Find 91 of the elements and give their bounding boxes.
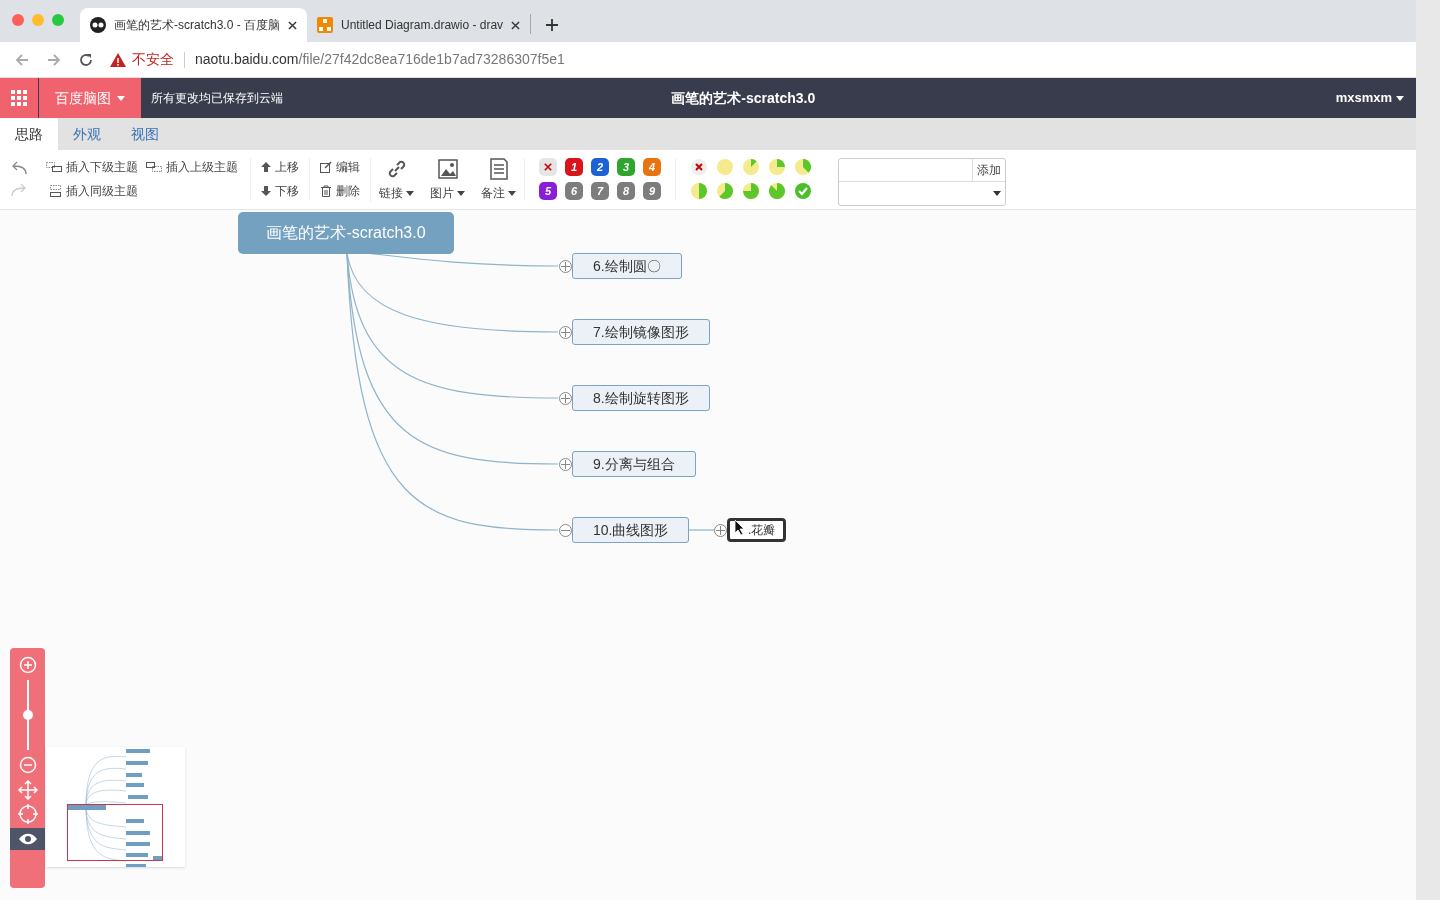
caret-icon [406,190,414,196]
edit-button[interactable]: 编辑 [320,158,360,176]
redo-icon[interactable] [10,182,28,198]
image-icon [436,158,459,180]
ribbon-tab[interactable]: 思路 [0,118,58,150]
priority-icon[interactable]: 7 [591,182,609,200]
undo-icon[interactable] [10,160,28,176]
priority-icon[interactable]: 6 [565,182,583,200]
browser-tab[interactable]: 画笔的艺术-scratch3.0 - 百度脑 [80,8,308,42]
progress-icon[interactable] [690,182,708,200]
insert-parent-icon [146,162,162,172]
progress-icon[interactable] [742,182,760,200]
add-button[interactable]: 添加 [972,159,1005,181]
caret-icon [457,190,465,196]
zoom-thumb[interactable] [22,710,33,720]
expand-icon[interactable] [714,524,727,537]
close-tab-icon[interactable] [288,20,298,30]
caret-icon [117,95,125,101]
progress-icon[interactable] [794,182,812,200]
priority-icon[interactable]: 8 [617,182,635,200]
insert-child-button[interactable]: 插入下级主题 [46,158,138,176]
image-button[interactable]: 图片 [422,158,473,202]
reload-icon[interactable] [78,51,94,68]
diagram-icon [317,17,334,33]
delete-button[interactable]: 删除 [320,182,360,200]
priority-icon[interactable]: 9 [643,182,661,200]
priority-icon[interactable]: 2 [591,158,609,176]
remove-progress-icon[interactable] [690,158,708,176]
url-text[interactable]: naotu.baidu.com/file/27f42dc8ea716de1b7ad73286307f5e1 [195,49,565,70]
ribbon-tab[interactable]: 视图 [116,118,174,150]
zoom-out-icon[interactable] [18,756,37,774]
progress-icon[interactable] [716,182,734,200]
trash-icon [320,185,332,197]
user-menu[interactable]: mxsmxm [1335,88,1416,108]
subtopic-node[interactable]: .花瓣 [727,518,787,542]
up-arrow-icon [261,162,271,172]
link-button[interactable]: 链接 [370,158,422,202]
maximize-window-icon[interactable] [52,14,64,26]
note-button[interactable]: 备注 [473,158,524,202]
remove-priority-button[interactable] [539,158,557,176]
save-status: 所有更改均已保存到云端 [151,90,284,107]
note-icon [487,158,510,180]
topic-node[interactable]: 9.分离与组合 [572,451,696,477]
progress-icon[interactable] [794,158,812,176]
progress-icon[interactable] [742,158,760,176]
remove-icon[interactable] [544,163,552,171]
forward-icon[interactable] [46,51,62,68]
progress-icon[interactable] [768,158,786,176]
expand-icon[interactable] [559,458,572,471]
connector-line [687,529,715,531]
caret-icon [993,191,1001,196]
warning-icon [110,52,126,67]
new-tab-icon[interactable] [545,18,560,32]
move-icon[interactable] [17,780,38,800]
document-title: 画笔的艺术-scratch3.0 [670,88,817,108]
grid-icon [11,90,27,106]
ribbon-tab[interactable]: 外观 [58,118,116,150]
pencil-icon [320,161,332,173]
browser-tab[interactable]: Untitled Diagram.drawio - drav [307,8,531,42]
tab-title: Untitled Diagram.drawio - drav [341,17,504,34]
move-down-button[interactable]: 下移 [261,182,299,200]
insert-sibling-button[interactable]: 插入同级主题 [46,182,138,200]
mouse-pointer-icon [735,520,745,535]
caret-icon [508,190,516,196]
topic-node[interactable]: 10.曲线图形 [572,517,690,543]
expand-icon[interactable] [559,326,572,339]
progress-icon[interactable] [768,182,786,200]
apps-button[interactable] [0,78,38,118]
expand-icon[interactable] [559,260,572,273]
insert-parent-button[interactable]: 插入上级主题 [146,158,238,176]
security-label: 不安全 [132,50,174,69]
expand-icon[interactable] [559,392,572,405]
topic-node[interactable]: 8.绘制旋转图形 [572,385,710,411]
owl-icon [90,17,106,33]
down-arrow-icon [261,186,271,196]
topic-node[interactable]: 7.绘制镜像图形 [572,319,710,345]
back-icon[interactable] [14,51,30,68]
navigator-toggle[interactable] [10,828,45,850]
priority-icon[interactable]: 1 [565,158,583,176]
close-window-icon[interactable] [12,14,24,26]
collapse-icon[interactable] [559,524,572,537]
topic-node[interactable]: 6.绘制圆〇 [572,253,682,279]
priority-icon[interactable]: 5 [539,182,557,200]
zoom-in-icon[interactable] [18,656,37,674]
tab-title: 画笔的艺术-scratch3.0 - 百度脑 [114,17,281,34]
eye-icon [17,833,38,845]
insert-sibling-icon [50,185,62,197]
caret-icon [1396,95,1404,101]
move-up-button[interactable]: 上移 [261,158,299,176]
close-tab-icon[interactable] [511,20,521,30]
insert-child-icon [46,162,62,172]
